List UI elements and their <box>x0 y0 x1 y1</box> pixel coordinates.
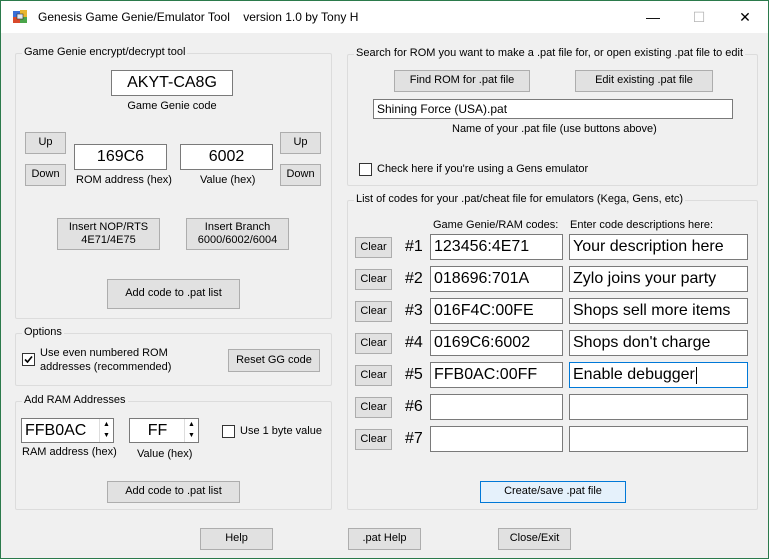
gens-emulator-checkbox[interactable] <box>359 163 372 176</box>
description-field-5[interactable]: Enable debugger <box>569 362 748 388</box>
ram-value-text: FF <box>147 421 168 439</box>
game-genie-code-field[interactable]: AKYT-CA8G <box>111 70 233 96</box>
game-genie-group-label: Game Genie encrypt/decrypt tool <box>22 46 188 58</box>
ram-address-value: FFB0AC <box>25 421 87 439</box>
code-field-3[interactable]: 016F4C:00FE <box>430 298 563 324</box>
create-save-pat-button[interactable]: Create/save .pat file <box>480 481 626 503</box>
insert-nop-rts-line2: 4E71/4E75 <box>81 234 136 246</box>
minimize-button[interactable]: — <box>630 1 676 33</box>
descriptions-column-header: Enter code descriptions here: <box>570 219 714 231</box>
value-down-button[interactable]: Down <box>280 164 321 186</box>
insert-nop-rts-button[interactable]: Insert NOP/RTS 4E71/4E75 <box>57 218 160 250</box>
help-button[interactable]: Help <box>200 528 273 550</box>
close-window-button[interactable]: ✕ <box>722 1 768 33</box>
options-group-label: Options <box>22 326 64 338</box>
clear-button-1[interactable]: Clear <box>355 237 392 258</box>
ram-value-label: Value (hex) <box>137 448 193 460</box>
ram-value-spinner[interactable]: ▲ ▼ <box>184 419 198 442</box>
insert-nop-rts-line1: Insert NOP/RTS <box>68 220 149 233</box>
gg-add-code-button[interactable]: Add code to .pat list <box>107 279 240 309</box>
ram-address-spinner[interactable]: ▲ ▼ <box>99 419 113 442</box>
spin-up-icon[interactable]: ▲ <box>103 421 110 429</box>
app-icon <box>13 10 27 23</box>
close-exit-button[interactable]: Close/Exit <box>498 528 571 550</box>
app-window: Genesis Game Genie/Emulator Tool version… <box>0 0 769 559</box>
rom-address-up-button[interactable]: Up <box>25 132 66 154</box>
row-number-5: #5 <box>405 366 423 383</box>
gens-emulator-label: Check here if you're using a Gens emulat… <box>377 163 589 175</box>
find-rom-button[interactable]: Find ROM for .pat file <box>394 70 530 92</box>
code-field-2[interactable]: 018696:701A <box>430 266 563 292</box>
description-field-4[interactable]: Shops don't charge <box>569 330 748 356</box>
code-field-6[interactable] <box>430 394 563 420</box>
clear-button-6[interactable]: Clear <box>355 397 392 418</box>
description-field-5-text: Enable debugger <box>573 366 695 383</box>
window-title: Genesis Game Genie/Emulator Tool version… <box>38 10 359 24</box>
code-field-7[interactable] <box>430 426 563 452</box>
insert-branch-button[interactable]: Insert Branch 6000/6002/6004 <box>186 218 289 250</box>
row-number-2: #2 <box>405 270 423 287</box>
clear-button-2[interactable]: Clear <box>355 269 392 290</box>
code-field-5[interactable]: FFB0AC:00FF <box>430 362 563 388</box>
even-rom-checkbox[interactable] <box>22 353 35 366</box>
rom-search-group-label: Search for ROM you want to make a .pat f… <box>354 47 746 59</box>
row-number-4: #4 <box>405 334 423 351</box>
description-field-7[interactable] <box>569 426 748 452</box>
edit-existing-pat-button[interactable]: Edit existing .pat file <box>575 70 713 92</box>
spin-up-icon[interactable]: ▲ <box>188 421 195 429</box>
rom-address-field[interactable]: 169C6 <box>74 144 167 170</box>
pat-file-name-label: Name of your .pat file (use buttons abov… <box>452 123 657 135</box>
codes-column-header: Game Genie/RAM codes: <box>433 219 559 231</box>
ram-address-label: RAM address (hex) <box>22 446 117 458</box>
rom-address-down-button[interactable]: Down <box>25 164 66 186</box>
value-up-button[interactable]: Up <box>280 132 321 154</box>
spin-down-icon[interactable]: ▼ <box>103 432 110 440</box>
row-number-6: #6 <box>405 398 423 415</box>
rom-address-label: ROM address (hex) <box>76 174 172 186</box>
insert-branch-line1: Insert Branch <box>204 220 271 233</box>
description-field-1[interactable]: Your description here <box>569 234 748 260</box>
row-number-3: #3 <box>405 302 423 319</box>
reset-gg-button[interactable]: Reset GG code <box>228 349 320 372</box>
even-rom-label-line2: addresses (recommended) <box>40 361 172 373</box>
ram-group-label: Add RAM Addresses <box>22 394 128 406</box>
gg-value-field[interactable]: 6002 <box>180 144 273 170</box>
pat-help-button[interactable]: .pat Help <box>348 528 421 550</box>
clear-button-4[interactable]: Clear <box>355 333 392 354</box>
insert-branch-line2: 6000/6002/6004 <box>197 234 278 246</box>
one-byte-label: Use 1 byte value <box>240 425 322 437</box>
gg-value-label: Value (hex) <box>200 174 256 186</box>
maximize-button[interactable]: ☐ <box>676 1 722 33</box>
clear-button-5[interactable]: Clear <box>355 365 392 386</box>
pat-file-name-field[interactable]: Shining Force (USA).pat <box>373 99 733 119</box>
checkmark-icon <box>24 355 33 364</box>
code-field-4[interactable]: 0169C6:6002 <box>430 330 563 356</box>
description-field-3[interactable]: Shops sell more items <box>569 298 748 324</box>
row-number-7: #7 <box>405 430 423 447</box>
codes-group-label: List of codes for your .pat/cheat file f… <box>354 193 686 205</box>
clear-button-7[interactable]: Clear <box>355 429 392 450</box>
clear-button-3[interactable]: Clear <box>355 301 392 322</box>
one-byte-checkbox[interactable] <box>222 425 235 438</box>
ram-add-code-button[interactable]: Add code to .pat list <box>107 481 240 503</box>
spin-down-icon[interactable]: ▼ <box>188 432 195 440</box>
text-caret <box>695 366 697 384</box>
even-rom-label-line1: Use even numbered ROM <box>40 347 168 359</box>
game-genie-code-label: Game Genie code <box>127 100 217 112</box>
code-field-1[interactable]: 123456:4E71 <box>430 234 563 260</box>
row-number-1: #1 <box>405 238 423 255</box>
description-field-2[interactable]: Zylo joins your party <box>569 266 748 292</box>
description-field-6[interactable] <box>569 394 748 420</box>
title-bar: Genesis Game Genie/Emulator Tool version… <box>1 1 768 33</box>
